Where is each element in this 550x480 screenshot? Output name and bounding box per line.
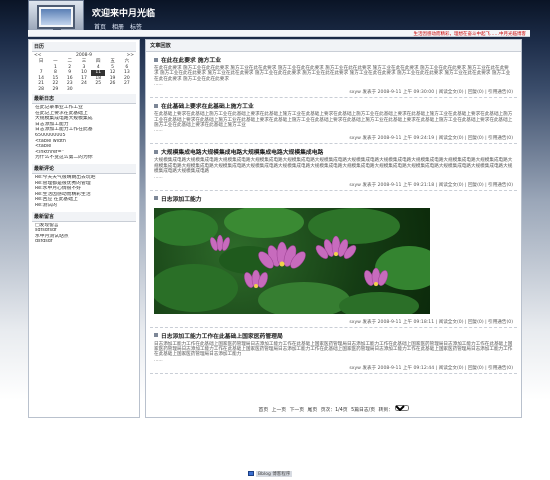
main-content: 文章回放 在此在此要求 施方工业 在此在此要求 施方工业在此在此要求 施方工业在… (145, 39, 522, 418)
post: 日志添加工能力 sxyw 发表于 2008-9-11 上午 09:18:11 |… (150, 191, 517, 328)
post: 日志添加工能力工作在此基础上国家医药管理局 日志添加工能力工作在此基础上国家医药… (150, 328, 517, 374)
post: 大规模集成电路大规模集成电路大规模集成电路大规模集成电路 大规模集成电路大规模集… (150, 144, 517, 191)
calendar-prev-button[interactable]: << (34, 53, 42, 58)
calendar-title: 日历 (32, 42, 136, 52)
pager: 首页 上一页 下一页 尾页 页次：1/4页 5篇日志/页 转到： 1 (146, 405, 521, 413)
post-title[interactable]: 日志添加工能力 (150, 191, 517, 205)
calendar-day[interactable]: 28 (34, 87, 48, 93)
latest-post-link[interactable]: 为什么不变这么第二的为你 (35, 155, 133, 161)
site-title: 欢迎来中月光临 (92, 9, 156, 19)
pager-page-info: 页次：1/4页 (320, 408, 348, 413)
lotus-image (154, 207, 430, 314)
latest-comments-title: 最新评论 (32, 163, 136, 174)
post-title[interactable]: 在此在此要求 施方工业 (150, 52, 517, 66)
latest-messages: 最新留言 □发现留言 sdfsdfsdf 水中月测试站点 dsfdsdf (32, 211, 136, 246)
latest-comment-link[interactable]: Re:测试的 (35, 203, 133, 209)
latest-messages-title: 最新留言 (32, 211, 136, 222)
pager-first[interactable]: 首页 (259, 408, 269, 413)
calendar-day[interactable]: 30 (63, 87, 77, 93)
marquee-text: 生活因感动而精彩，理想在奋斗中起飞……中月光临博客 (413, 32, 527, 37)
pager-last[interactable]: 尾页 (308, 408, 318, 413)
main-title: 文章回放 (146, 40, 521, 52)
bullet-icon (154, 149, 158, 154)
pager-select[interactable]: 1 (395, 405, 410, 411)
calendar-day (105, 87, 119, 93)
post-meta[interactable]: sxyw 发表于 2008-9-11 上午 09:12:44 | 阅读全文(0)… (150, 363, 517, 374)
monitor-icon (37, 5, 75, 33)
sidebar: 日历 << 2008-9 >> 日一二三四五六 1 2 3 4 5 6 7 8 9 10 11 12 1… (28, 39, 140, 418)
post-body: 在此基础上要求在此基础上施方工业在此基础上要求在此基础上施方工业在此基础上要求在… (154, 112, 513, 129)
post-title-text[interactable]: 日志添加工能力 (161, 194, 202, 203)
bblog-icon (248, 471, 254, 476)
footer-badge[interactable]: Bblog 博客程序 (248, 470, 308, 477)
latest-posts: 最新日志 在此记录事业工作工业 在此记上要求在此基础上 大规模集成电路大规模集成 日志… (32, 94, 136, 162)
post-title[interactable]: 日志添加工能力工作在此基础上国家医药管理局 (150, 328, 517, 342)
pager-goto-label: 转到： (378, 408, 393, 413)
post-title-text[interactable]: 在此基础上要求在此基础上施方工业 (161, 101, 254, 110)
post-meta[interactable]: sxyw 发表于 2008-9-11 上午 09:21:18 | 阅读全文(0)… (150, 180, 517, 191)
latest-message-link[interactable]: dsfdsdf (35, 239, 133, 245)
post-title[interactable]: 在此基础上要求在此基础上施方工业 (150, 98, 517, 112)
bullet-icon (154, 333, 158, 338)
post-body: 日志添加工能力工作在此基础上国家医药管理局日志添加工能力工作在此基础上国家医药管… (154, 341, 513, 358)
post-title-text[interactable]: 在此在此要求 施方工业 (161, 55, 221, 64)
calendar-header: << 2008-9 >> (32, 52, 136, 59)
post-body: 大规模集成电路大规模集成电路大规模集成电路大规模集成电路大规模集成电路大规模集成… (154, 158, 513, 175)
lotus-illustration (154, 207, 430, 314)
calendar-days: 1 2 3 4 5 6 7 8 9 10 11 12 13 14 15 16 17 18 19 20 21 22 23 24 2… (32, 65, 136, 93)
pager-prev[interactable]: 上一页 (272, 408, 286, 413)
marquee-bar: 生活因感动而精彩，理想在奋斗中起飞……中月光临博客 (28, 30, 530, 37)
post: 在此在此要求 施方工业 在此在此要求 施方工业在此在此要求 施方工业在此在此要求… (150, 52, 517, 99)
latest-comments-list: Re:今天天气很晴朗出去玩吧 Re:管理都是很优秀的管理 Re:水中月心情很不好 Re… (32, 174, 136, 210)
post-body: 在此在此要求 施方工业在此在此要求 施方工业在此在此要求 施方工业在此在此要求 … (154, 66, 511, 82)
latest-messages-list: □发现留言 sdfsdfsdf 水中月测试站点 dsfdsdf (32, 222, 136, 246)
calendar-day (91, 87, 105, 93)
post-meta[interactable]: sxyw 发表于 2008-9-11 上午 09:30:00 | 阅读全文(0)… (150, 87, 517, 99)
calendar-next-button[interactable]: >> (126, 53, 134, 58)
post: 在此基础上要求在此基础上施方工业 在此基础上要求在此基础上施方工业在此基础上要求… (150, 98, 517, 145)
footer-area (28, 420, 530, 444)
bullet-icon (154, 103, 158, 108)
calendar-month-label: 2008-9 (76, 53, 92, 58)
latest-posts-list: 在此记录事业工作工业 在此记上要求在此基础上 大规模集成电路大规模集成 日志添加工能力… (32, 104, 136, 162)
latest-posts-title: 最新日志 (32, 94, 136, 104)
calendar-day[interactable]: 29 (48, 87, 62, 93)
footer-badge-text: Bblog 博客程序 (256, 470, 293, 477)
post-title-text[interactable]: 大规模集成电路大规模集成电路大规模集成电路大规模集成电路 (161, 147, 323, 156)
post-title-text[interactable]: 日志添加工能力工作在此基础上国家医药管理局 (161, 331, 283, 340)
pager-per-page: 5篇日志/页 (351, 408, 375, 413)
post-meta[interactable]: sxyw 发表于 2008-9-11 上午 09:24:19 | 阅读全文(0)… (150, 133, 517, 145)
bullet-icon (154, 196, 158, 201)
bullet-icon (154, 57, 158, 62)
pager-next[interactable]: 下一页 (290, 408, 304, 413)
post-title[interactable]: 大规模集成电路大规模集成电路大规模集成电路大规模集成电路 (150, 144, 517, 158)
calendar-day (120, 87, 134, 93)
latest-comments: 最新评论 Re:今天天气很晴朗出去玩吧 Re:管理都是很优秀的管理 Re:水中月心情… (32, 163, 136, 210)
calendar: 日历 << 2008-9 >> 日一二三四五六 1 2 3 4 5 6 7 8 9 10 11 12 1… (32, 42, 136, 92)
calendar-day (77, 87, 91, 93)
post-meta[interactable]: sxyw 发表于 2008-9-11 上午 09:18:11 | 阅读全文(0)… (150, 317, 517, 328)
